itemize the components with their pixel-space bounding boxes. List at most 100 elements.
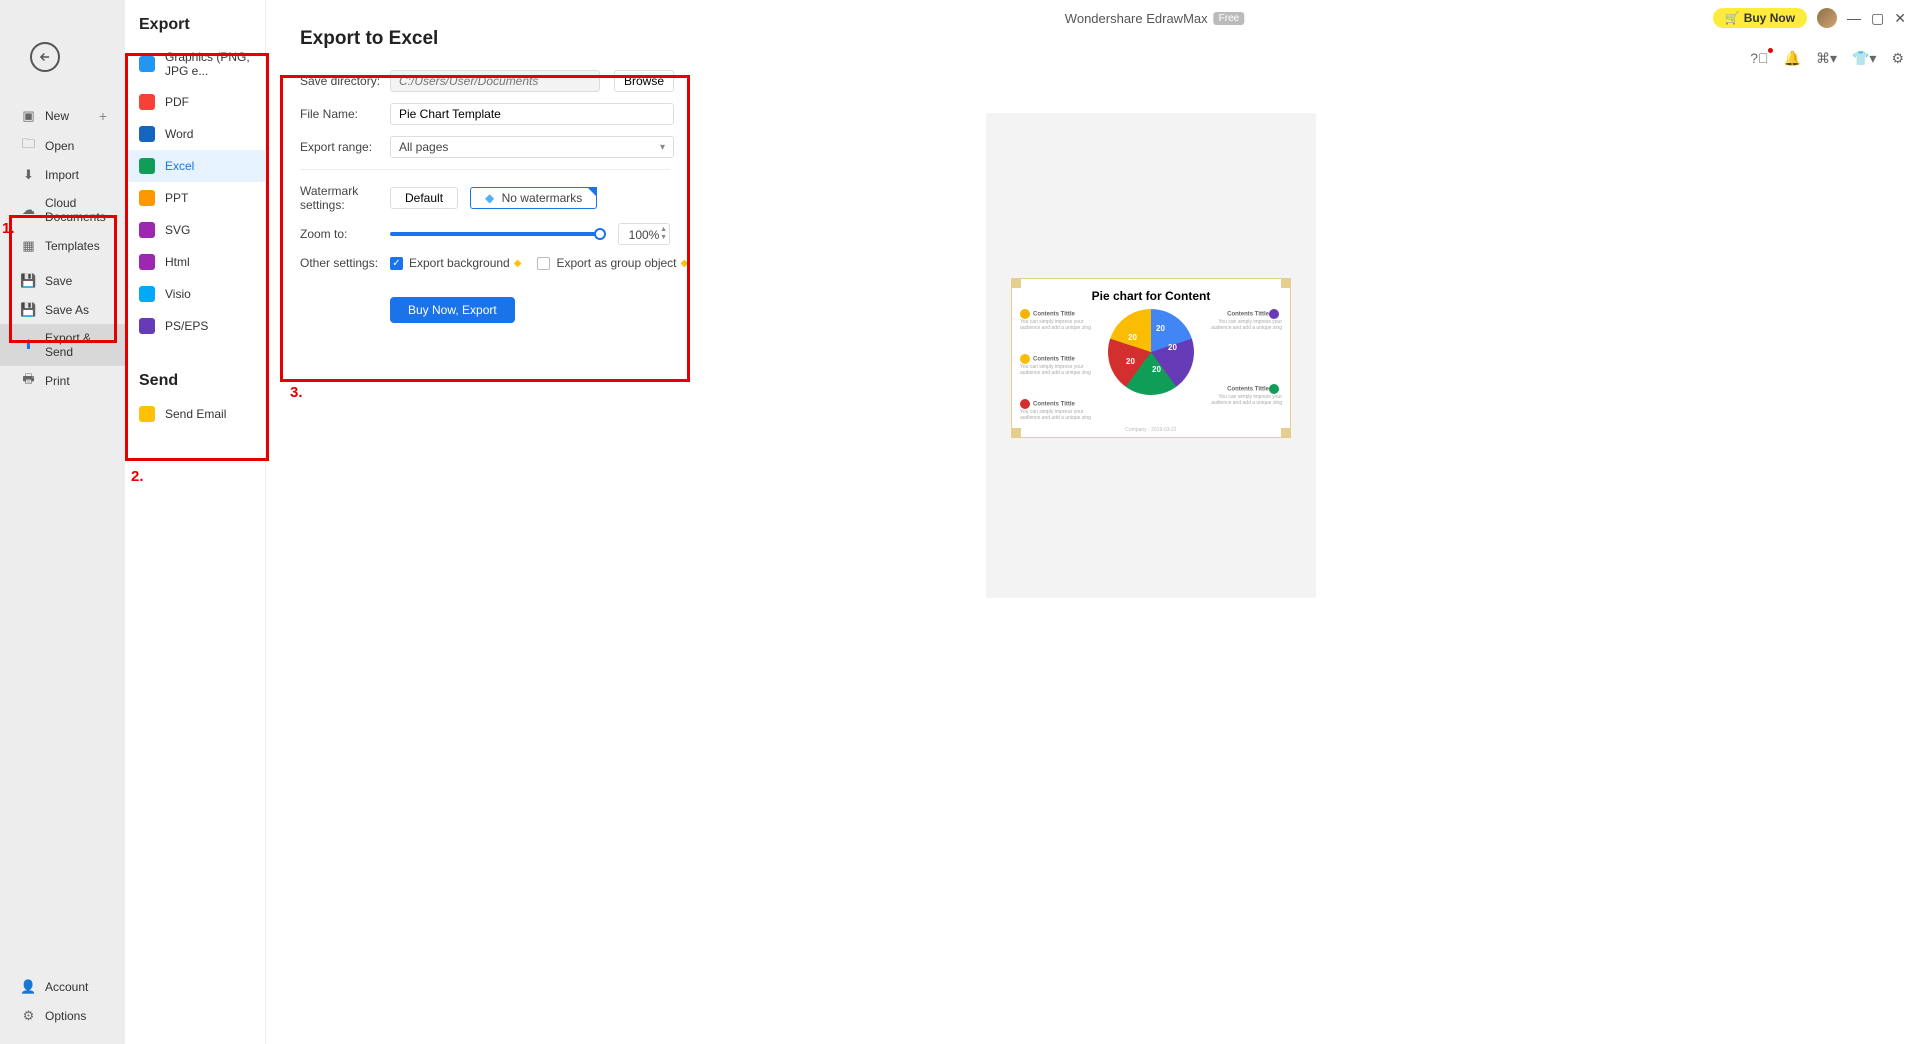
export-ppt[interactable]: PPT: [125, 182, 265, 214]
send-heading: Send: [125, 372, 265, 398]
range-select[interactable]: All pages: [390, 136, 674, 158]
preview-thumbnail: Pie chart for Content 20 20 20 20 20 Con…: [1011, 278, 1291, 438]
back-button[interactable]: [30, 42, 60, 72]
zoom-slider[interactable]: [390, 232, 600, 236]
help-icon[interactable]: ?⃝: [1750, 50, 1768, 67]
export-heading: Export: [125, 16, 265, 42]
annotation-label-2: 2.: [131, 468, 144, 485]
export-format-column: Export Graphics (PNG, JPG e... PDF Word …: [125, 0, 266, 1044]
chart-title: Pie chart for Content: [1022, 289, 1280, 303]
export-bg-checkbox[interactable]: ✓: [390, 257, 403, 270]
sidebar-label: Options: [45, 1009, 86, 1023]
watermark-none-button[interactable]: ◆ No watermarks: [470, 187, 597, 209]
export-group-checkbox[interactable]: [537, 257, 550, 270]
export-excel[interactable]: Excel: [125, 150, 265, 182]
sidebar-open[interactable]: 🗀 Open: [0, 131, 125, 160]
buy-now-export-button[interactable]: Buy Now, Export: [390, 297, 515, 323]
zoom-label: Zoom to:: [300, 227, 390, 241]
sidebar-import[interactable]: ⬇ Import: [0, 160, 125, 189]
user-icon: 👤: [21, 979, 36, 994]
diamond-icon: ◆: [485, 191, 494, 205]
user-avatar[interactable]: [1817, 8, 1837, 28]
export-bg-label: Export background: [409, 256, 510, 270]
word-icon: [139, 126, 155, 142]
sidebar-label: Templates: [45, 239, 100, 253]
save-icon: 💾: [21, 273, 36, 288]
browse-button[interactable]: Browse: [614, 70, 674, 92]
import-icon: ⬇: [21, 167, 36, 182]
image-icon: [139, 56, 155, 72]
shirt-icon[interactable]: 👕▾: [1852, 50, 1876, 67]
buy-now-button[interactable]: 🛒 Buy Now: [1713, 8, 1807, 28]
free-badge: Free: [1214, 12, 1245, 25]
plus-icon[interactable]: +: [99, 108, 107, 124]
svg-icon: [139, 222, 155, 238]
maximize-button[interactable]: ▢: [1871, 10, 1884, 27]
ps-icon: [139, 318, 155, 334]
export-visio[interactable]: Visio: [125, 278, 265, 310]
file-name-label: File Name:: [300, 107, 390, 121]
sidebar-label: Account: [45, 980, 88, 994]
sidebar-export-send[interactable]: ⬆ Export & Send: [0, 324, 125, 366]
sidebar-save-as[interactable]: 💾 Save As: [0, 295, 125, 324]
sidebar-label: Save: [45, 274, 72, 288]
pdf-icon: [139, 94, 155, 110]
print-icon: 🖶: [21, 373, 36, 388]
export-svg[interactable]: SVG: [125, 214, 265, 246]
cloud-icon: ☁: [21, 203, 36, 218]
pie-chart: 20 20 20 20 20: [1108, 309, 1194, 395]
sidebar-label: New: [45, 109, 69, 123]
sidebar-options[interactable]: ⚙ Options: [0, 1001, 125, 1030]
save-as-icon: 💾: [21, 302, 36, 317]
row-save-directory: Save directory: Browse: [300, 70, 1898, 92]
divider: [300, 169, 670, 170]
watermark-default-button[interactable]: Default: [390, 187, 458, 209]
app-title: Wondershare EdrawMax Free: [1065, 11, 1244, 26]
sidebar-label: Cloud Documents: [45, 196, 115, 224]
export-icon: ⬆: [21, 338, 36, 353]
sidebar-account[interactable]: 👤 Account: [0, 972, 125, 1001]
export-pseps[interactable]: PS/EPS: [125, 310, 265, 342]
cart-icon: 🛒: [1725, 11, 1740, 25]
minimize-button[interactable]: —: [1847, 10, 1861, 26]
folder-icon: 🗀: [21, 138, 36, 153]
file-name-input[interactable]: [390, 103, 674, 125]
sidebar-save[interactable]: 💾 Save: [0, 266, 125, 295]
diamond-icon: ◆: [514, 258, 522, 269]
range-label: Export range:: [300, 140, 390, 154]
preview-pane: Pie chart for Content 20 20 20 20 20 Con…: [986, 113, 1316, 598]
close-button[interactable]: ✕: [1894, 10, 1906, 27]
gear-icon: ⚙: [21, 1008, 36, 1023]
html-icon: [139, 254, 155, 270]
grid-icon[interactable]: ⌘▾: [1816, 50, 1837, 67]
save-dir-label: Save directory:: [300, 74, 390, 88]
sidebar-templates[interactable]: ▦ Templates: [0, 231, 125, 260]
save-dir-input[interactable]: [390, 70, 600, 92]
export-word[interactable]: Word: [125, 118, 265, 150]
sidebar-label: Import: [45, 168, 79, 182]
export-html[interactable]: Html: [125, 246, 265, 278]
sidebar-label: Save As: [45, 303, 89, 317]
bell-icon[interactable]: 🔔: [1784, 50, 1801, 67]
excel-icon: [139, 158, 155, 174]
email-icon: [139, 406, 155, 422]
settings-icon[interactable]: ⚙: [1891, 50, 1904, 67]
sidebar-label: Export & Send: [45, 331, 115, 359]
watermark-label: Watermark settings:: [300, 184, 390, 212]
export-pdf[interactable]: PDF: [125, 86, 265, 118]
annotation-label-3: 3.: [290, 384, 303, 401]
sidebar-new[interactable]: ▣ New +: [0, 101, 125, 131]
sidebar-cloud[interactable]: ☁ Cloud Documents: [0, 189, 125, 231]
visio-icon: [139, 286, 155, 302]
export-graphics[interactable]: Graphics (PNG, JPG e...: [125, 42, 265, 86]
diamond-icon: ◆: [681, 258, 689, 269]
template-icon: ▦: [21, 238, 36, 253]
zoom-value-input[interactable]: 100% ▲▼: [618, 223, 670, 245]
sidebar-label: Print: [45, 374, 70, 388]
sidebar-label: Open: [45, 139, 74, 153]
sidebar-print[interactable]: 🖶 Print: [0, 366, 125, 395]
top-toolbar: ?⃝ 🔔 ⌘▾ 👕▾ ⚙: [1750, 50, 1904, 67]
send-email[interactable]: Send Email: [125, 398, 265, 430]
other-label: Other settings:: [300, 256, 390, 270]
export-group-label: Export as group object: [556, 256, 676, 270]
